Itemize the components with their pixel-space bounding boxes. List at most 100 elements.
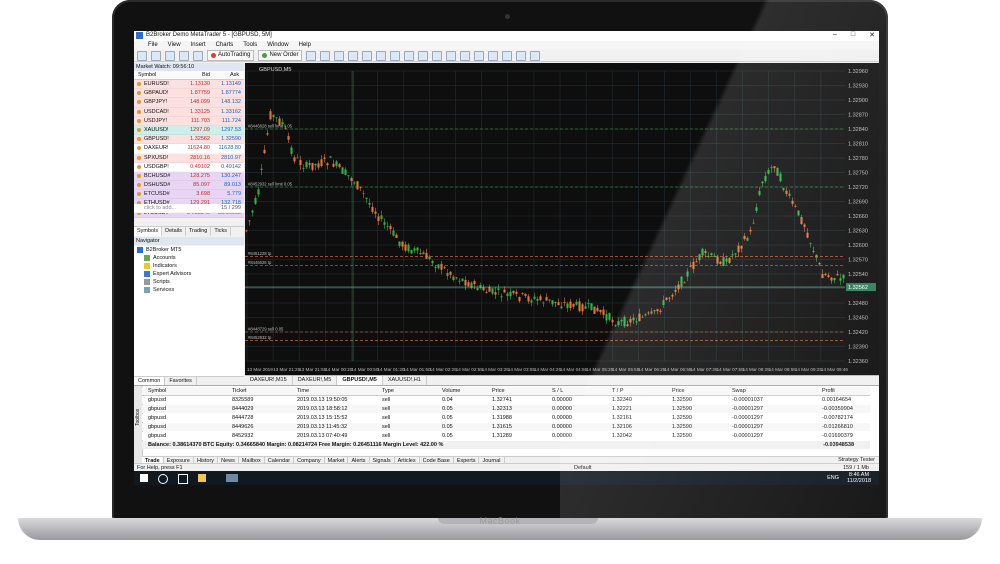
- maximize-button[interactable]: □: [851, 31, 855, 39]
- language-indicator[interactable]: ENG: [827, 475, 839, 481]
- menu-view[interactable]: View: [168, 41, 181, 50]
- shapes-icon[interactable]: [530, 50, 541, 61]
- trade-row[interactable]: gbpusd 8452932 2019.03.13 07:40:49 sell 0.05…: [142, 432, 870, 440]
- cursor-icon[interactable]: [432, 50, 443, 61]
- zoom-in-icon[interactable]: [348, 50, 359, 61]
- menu-file[interactable]: File: [148, 41, 158, 50]
- candle-body: [554, 301, 557, 304]
- market-watch-row[interactable]: BCHUSD# 128.275 130.247: [134, 171, 244, 182]
- tab-symbols[interactable]: Symbols: [134, 227, 163, 236]
- market-watch-row[interactable]: USDJPY! 111.703 111.724: [134, 116, 244, 126]
- minimize-button[interactable]: –: [833, 31, 837, 39]
- trade-col-header[interactable]: Price: [492, 387, 505, 395]
- trade-col-header[interactable]: Profit: [822, 387, 835, 395]
- market-watch-row[interactable]: USDCAD! 1.33125 1.33162: [134, 107, 244, 117]
- metatrader-taskbar-icon[interactable]: [226, 474, 238, 482]
- menu-window[interactable]: Window: [267, 41, 288, 50]
- zoom-out-icon[interactable]: [362, 50, 373, 61]
- candle-body: [416, 247, 419, 251]
- candle-body: [653, 310, 656, 312]
- tab-ticks[interactable]: Ticks: [211, 227, 231, 236]
- price-chart[interactable]: 1.32960 1.32930 1.32900 1.32870 1.32840 1.328…: [245, 63, 879, 375]
- nav-indicators[interactable]: Indicators: [134, 262, 244, 270]
- indicators-icon[interactable]: [418, 50, 429, 61]
- market-watch-row[interactable]: EURUSD! 1.13130 1.13149: [134, 80, 244, 90]
- autoscroll-icon[interactable]: [390, 50, 401, 61]
- market-watch-row[interactable]: DAXEUR! 11624.80 11628.80: [134, 144, 244, 154]
- symbol-bid: 1.32562: [190, 136, 210, 143]
- close-button[interactable]: ✕: [869, 31, 875, 39]
- vertical-line-icon[interactable]: [460, 50, 471, 61]
- chart-tab-daxeur-m15[interactable]: DAXEUR!,M15: [245, 376, 293, 385]
- nav-experts[interactable]: Expert Advisors: [134, 270, 244, 278]
- market-watch-row[interactable]: ETCUSD# 3.698 5.779: [134, 190, 244, 200]
- trade-cell: gbpusd: [148, 415, 167, 421]
- trade-row[interactable]: gbpusd 8325589 2019.03.13 19:50:05 sell 0.04…: [142, 396, 870, 404]
- tab-trading[interactable]: Trading: [186, 227, 212, 236]
- task-view-icon[interactable]: [178, 474, 188, 484]
- tile-windows-icon[interactable]: [376, 50, 387, 61]
- col-ask[interactable]: Ask: [230, 71, 239, 79]
- new-order-button[interactable]: New Order: [258, 50, 303, 61]
- candle-body: [650, 311, 653, 314]
- nav-services[interactable]: Services: [134, 286, 244, 294]
- trade-col-header[interactable]: Ticket: [232, 387, 246, 395]
- chart-tab-gbpusd-m5[interactable]: GBPUSD!,M5: [337, 376, 383, 385]
- menu-help[interactable]: Help: [299, 41, 311, 50]
- trade-col-header[interactable]: Volume: [442, 387, 460, 395]
- windows-start-icon[interactable]: [140, 474, 148, 482]
- add-symbol-label[interactable]: click to add...: [144, 204, 176, 212]
- trade-col-header[interactable]: Symbol: [148, 387, 166, 395]
- market-watch-row[interactable]: GBPUSD! 1.32562 1.32590: [134, 135, 244, 145]
- market-watch-icon[interactable]: [165, 50, 175, 61]
- trendline-icon[interactable]: [488, 50, 499, 61]
- market-watch-row[interactable]: GBPJPY! 148.099 148.132: [134, 98, 244, 108]
- add-symbol-row[interactable]: click to add... 15 / 299: [134, 204, 244, 214]
- search-icon[interactable]: [158, 474, 168, 484]
- trade-row[interactable]: gbpusd 8444029 2019.03.13 18:58:12 sell 0.05…: [142, 405, 870, 413]
- nav-root[interactable]: B2Broker MT5: [134, 246, 244, 254]
- trade-cell: 2019.03.13 11:45:32: [297, 424, 348, 430]
- candlestick-icon[interactable]: [320, 50, 331, 61]
- market-watch-row[interactable]: XAUUSD! 1297.09 1297.53: [134, 125, 244, 136]
- text-tool-icon[interactable]: [516, 50, 527, 61]
- line-chart-icon[interactable]: [334, 50, 345, 61]
- trade-cell: 1.32313: [492, 406, 512, 412]
- market-watch-row[interactable]: SPXUSD! 2810.16 2810.97: [134, 153, 244, 163]
- nav-scripts[interactable]: Scripts: [134, 278, 244, 286]
- trade-col-header[interactable]: Swap: [732, 387, 746, 395]
- menu-charts[interactable]: Charts: [216, 41, 234, 50]
- trade-col-header[interactable]: Price: [672, 387, 685, 395]
- trade-col-header[interactable]: S / L: [552, 387, 563, 395]
- fibonacci-icon[interactable]: [502, 50, 513, 61]
- navigator-icon[interactable]: [179, 50, 189, 61]
- crosshair-icon[interactable]: [446, 50, 457, 61]
- trade-col-header[interactable]: Time: [297, 387, 309, 395]
- trade-col-header[interactable]: Type: [382, 387, 394, 395]
- signal-icon[interactable]: [193, 50, 203, 61]
- col-bid[interactable]: Bid: [202, 71, 210, 79]
- market-watch-row[interactable]: DSHUSD# 85.097 89.013: [134, 181, 244, 191]
- candlestick-chart[interactable]: 1.32960 1.32930 1.32900 1.32870 1.32840 1.328…: [245, 63, 879, 375]
- chart-tab-xauusd-h1[interactable]: XAUUSD!,H1: [383, 376, 427, 385]
- chart-shift-icon[interactable]: [404, 50, 415, 61]
- system-clock[interactable]: 8:46 AM 11/2/2018: [847, 472, 871, 484]
- file-explorer-icon[interactable]: [198, 474, 206, 482]
- new-chart-icon[interactable]: [137, 50, 147, 61]
- menu-insert[interactable]: Insert: [191, 41, 206, 50]
- market-watch-row[interactable]: USDGBP! 0.49102 0.49142: [134, 162, 244, 172]
- chart-tab-daxeur-m5[interactable]: DAXEUR!,M5: [293, 376, 338, 385]
- trade-col-header[interactable]: T / P: [612, 387, 624, 395]
- market-watch-row[interactable]: GBPAUD! 1.87759 1.87774: [134, 89, 244, 99]
- bar-chart-icon[interactable]: [306, 50, 317, 61]
- profiles-icon[interactable]: [151, 50, 161, 61]
- autotrading-button[interactable]: AutoTrading: [207, 50, 255, 61]
- trade-row[interactable]: gbpusd 8449626 2019.03.13 11:45:32 sell 0.05…: [142, 423, 870, 431]
- col-symbol[interactable]: Symbol: [138, 71, 156, 79]
- tab-details[interactable]: Details: [162, 227, 186, 236]
- candle-body: [266, 133, 269, 135]
- trade-row[interactable]: gbpusd 8444728 2019.03.13 15:15:52 sell 0.05…: [142, 414, 870, 422]
- menu-tools[interactable]: Tools: [243, 41, 257, 50]
- nav-accounts[interactable]: Accounts: [134, 254, 244, 262]
- horizontal-line-icon[interactable]: [474, 50, 485, 61]
